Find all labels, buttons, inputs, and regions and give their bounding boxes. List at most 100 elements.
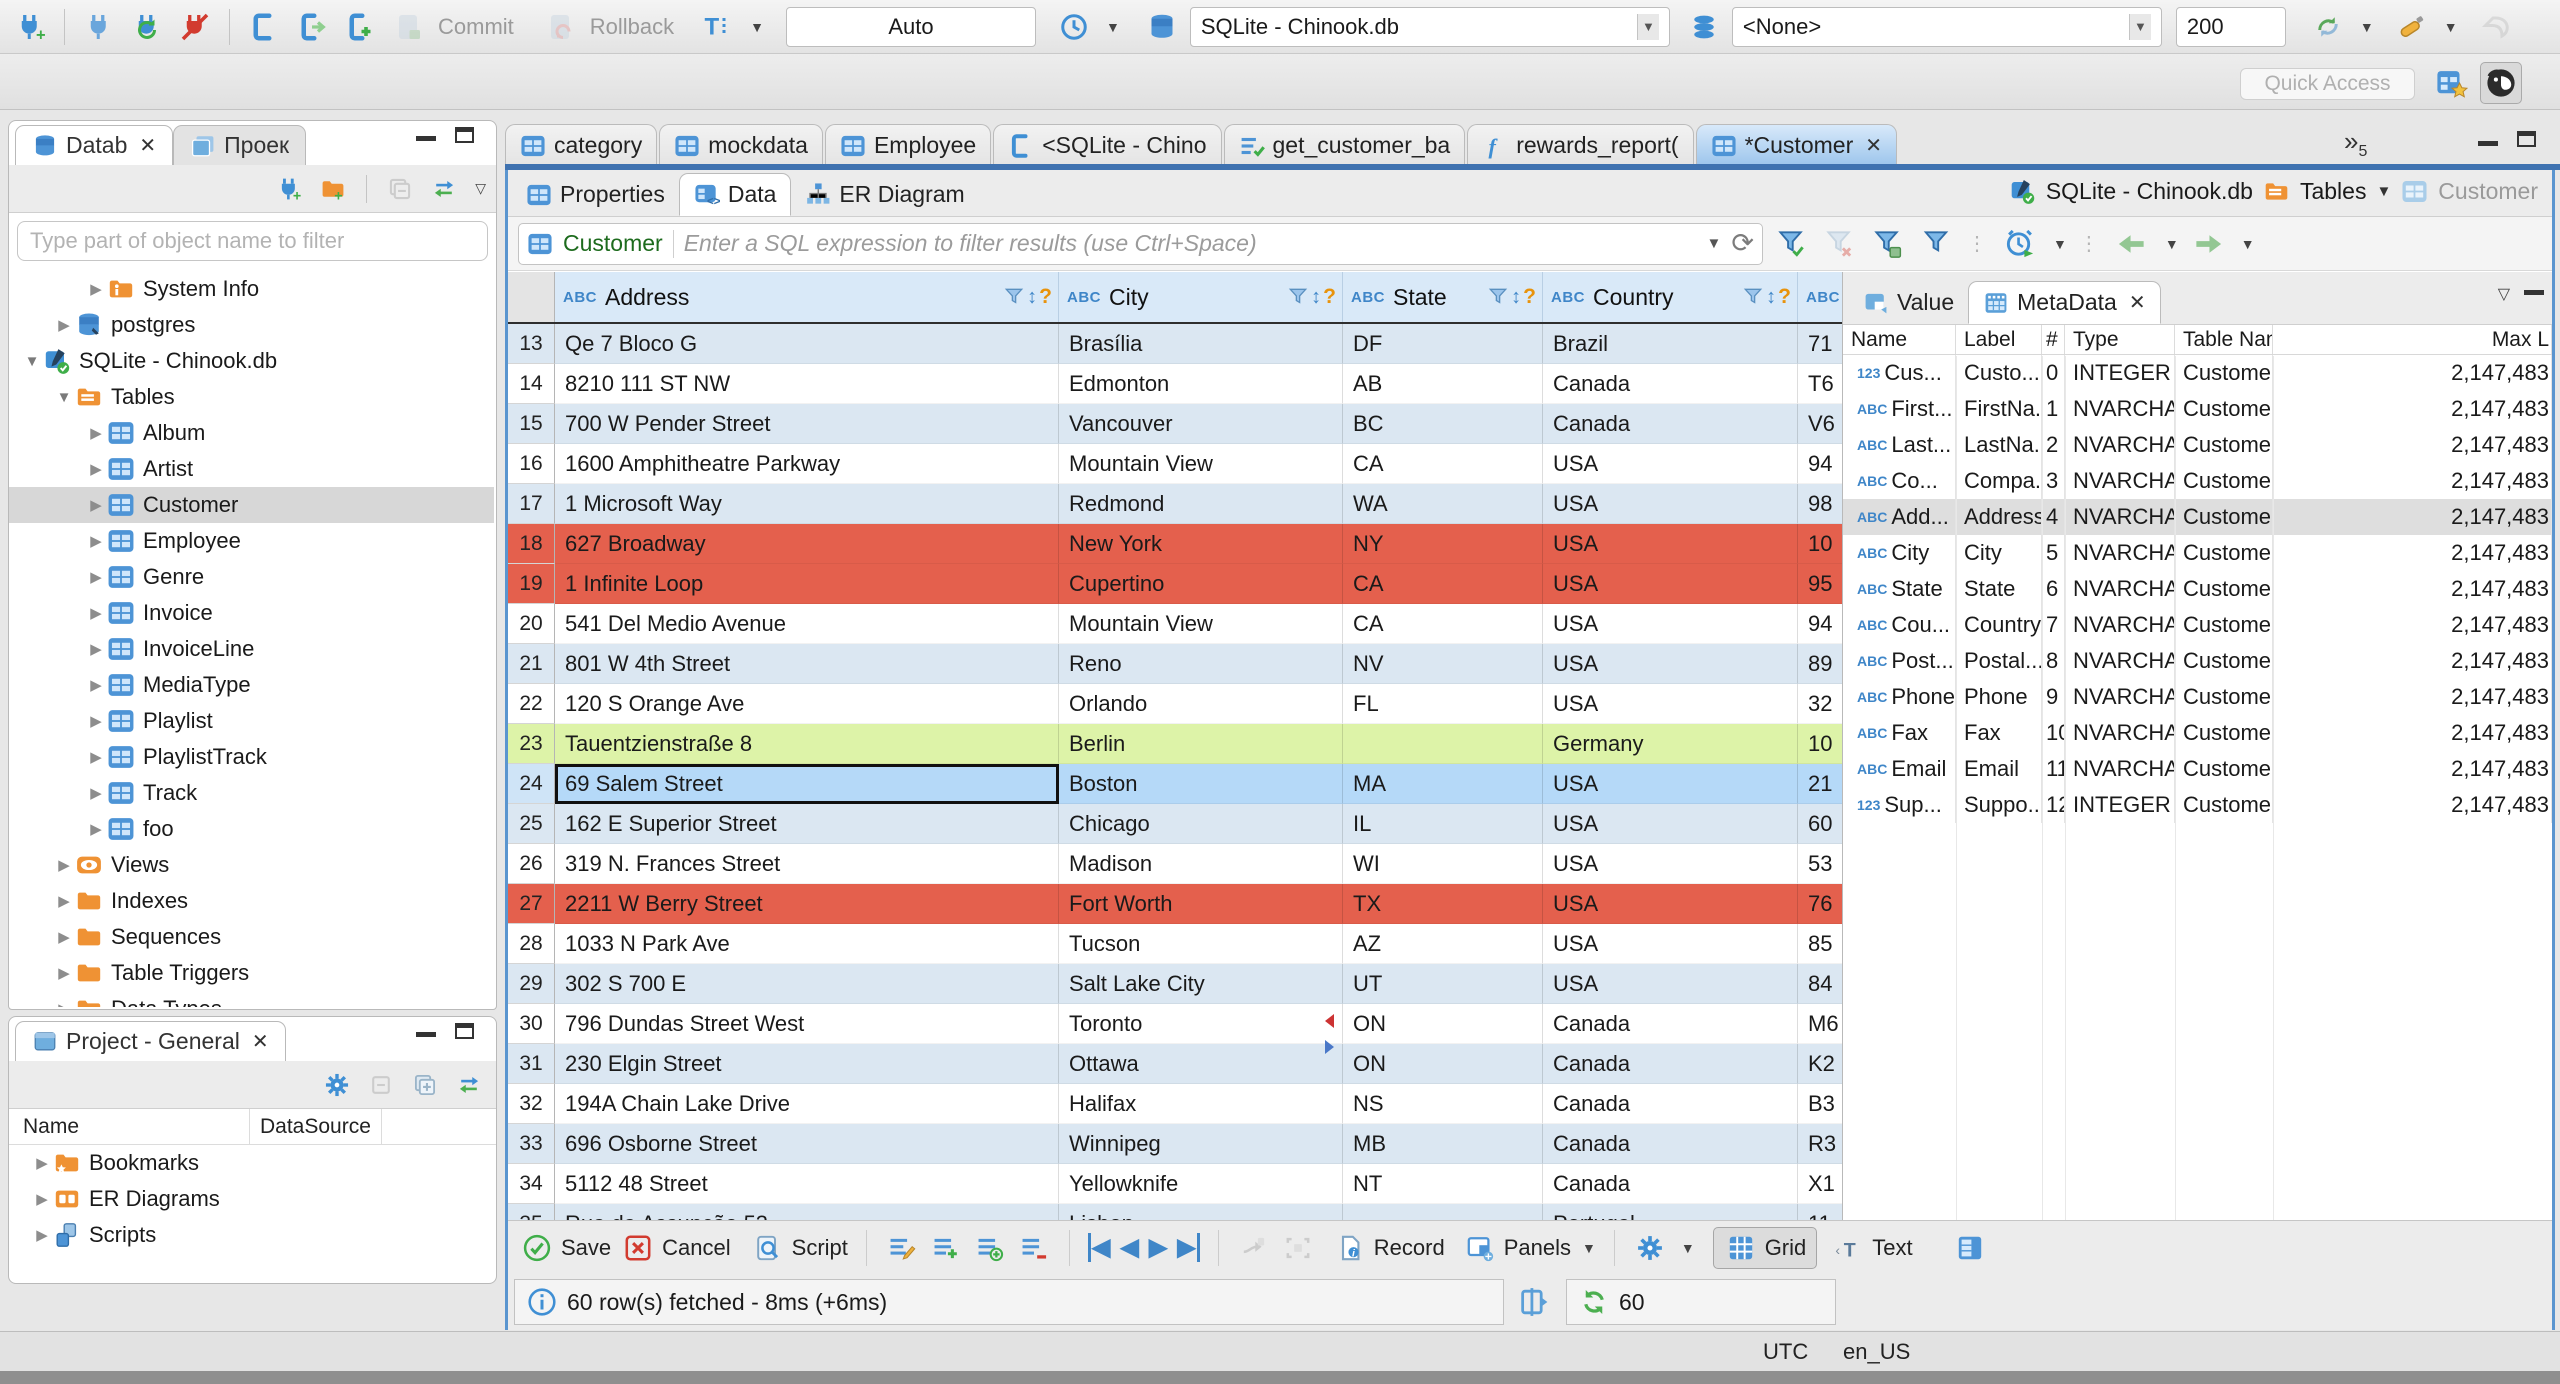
cell-address[interactable]: 194A Chain Lake Drive xyxy=(555,1084,1059,1124)
expand-arrow-icon[interactable]: ▶ xyxy=(31,1154,53,1172)
cell-country[interactable]: USA xyxy=(1543,844,1798,884)
tree-item-genre[interactable]: ▶ Genre xyxy=(9,559,494,595)
row-number[interactable]: 19 xyxy=(508,564,555,604)
view-menu-icon[interactable]: ▽ xyxy=(2498,284,2510,304)
sql-filter-input[interactable]: Customer Enter a SQL expression to filte… xyxy=(518,222,1763,265)
editor-tab--sqlite-chino[interactable]: <SQLite - Chino xyxy=(993,124,1222,166)
sql-editor-icon[interactable] xyxy=(244,7,284,47)
maximize-icon[interactable] xyxy=(455,1023,474,1039)
column-name[interactable]: Name xyxy=(9,1115,249,1139)
collapse-arrow-icon[interactable]: ▼ xyxy=(53,389,75,406)
key-question-icon[interactable]: ? xyxy=(1523,285,1536,309)
row-number[interactable]: 33 xyxy=(508,1124,555,1164)
cell-postal[interactable]: 95 xyxy=(1798,564,1845,604)
expand-arrow-icon[interactable]: ▶ xyxy=(53,964,75,982)
sort-icon[interactable]: ↕ xyxy=(1311,286,1321,309)
row-number[interactable]: 22 xyxy=(508,684,555,724)
format-caret-icon[interactable]: ▼ xyxy=(2444,19,2458,35)
column-table-name[interactable]: Table Name xyxy=(2175,325,2273,354)
open-sql-script-icon[interactable] xyxy=(292,7,332,47)
cell-postal[interactable]: K2 xyxy=(1798,1044,1845,1084)
history-icon[interactable] xyxy=(1054,7,1094,47)
presentation-gear-icon[interactable] xyxy=(1633,1231,1667,1265)
cell-city[interactable]: Redmond xyxy=(1059,484,1343,524)
cell-state[interactable]: TX xyxy=(1343,884,1543,924)
cell-address[interactable]: 1033 N Park Ave xyxy=(555,924,1059,964)
metadata-row-compa-[interactable]: ABCCo... Compa...3NVARCHARCustomer2,147,4… xyxy=(1843,463,2552,499)
result-grid[interactable]: ABC Address ↕? ABC City ↕? ABC State ↕? ABC Countr… xyxy=(508,272,1845,1220)
editor-tab-employee[interactable]: Employee xyxy=(824,124,992,166)
expand-arrow-icon[interactable]: ▶ xyxy=(53,928,75,946)
cell-country[interactable]: USA xyxy=(1543,764,1798,804)
cell-postal[interactable]: 10 xyxy=(1798,524,1845,564)
filter-funnel-icon[interactable] xyxy=(1487,286,1509,308)
tab-project-general[interactable]: Project - General ✕ xyxy=(15,1021,286,1061)
cell-state[interactable] xyxy=(1343,1204,1543,1220)
column-header-state[interactable]: ABC State ↕? xyxy=(1343,272,1543,322)
cell-country[interactable]: USA xyxy=(1543,884,1798,924)
row-number[interactable]: 30 xyxy=(508,1004,555,1044)
expand-arrow-icon[interactable]: ▶ xyxy=(53,1000,75,1007)
row-number[interactable]: 26 xyxy=(508,844,555,884)
tab-projects[interactable]: Проек xyxy=(173,125,307,165)
last-row-icon[interactable]: ▶ xyxy=(1177,1233,1200,1262)
table-row-31[interactable]: 31 230 Elgin Street Ottawa ON Canada K2 xyxy=(508,1044,1845,1084)
row-count-box[interactable]: 60 xyxy=(1566,1279,1836,1325)
cell-address[interactable]: 69 Salem Street xyxy=(555,764,1059,804)
table-row-14[interactable]: 14 8210 111 ST NW Edmonton AB Canada T6 xyxy=(508,364,1845,404)
expand-arrow-icon[interactable]: ▶ xyxy=(85,532,107,550)
tree-item-invoiceline[interactable]: ▶ InvoiceLine xyxy=(9,631,494,667)
table-row-33[interactable]: 33 696 Osborne Street Winnipeg MB Canada R3 xyxy=(508,1124,1845,1164)
tree-item-album[interactable]: ▶ Album xyxy=(9,415,494,451)
minimize-icon[interactable] xyxy=(2524,290,2544,295)
cell-postal[interactable]: 94 xyxy=(1798,444,1845,484)
metadata-row-fax[interactable]: ABCFaxFax10NVARCHARCustomer2,147,483 xyxy=(1843,715,2552,751)
calc-panel-icon[interactable] xyxy=(1518,1285,1552,1319)
cell-country[interactable]: USA xyxy=(1543,684,1798,724)
column-max-length[interactable]: Max L xyxy=(2273,325,2552,354)
row-number[interactable]: 20 xyxy=(508,604,555,644)
cell-postal[interactable]: 85 xyxy=(1798,924,1845,964)
column-name[interactable]: Name xyxy=(1843,325,1956,354)
tab-overflow-indicator[interactable]: »5 xyxy=(2344,126,2367,161)
key-question-icon[interactable]: ? xyxy=(1778,285,1791,309)
table-row-18[interactable]: 18 627 Broadway New York NY USA 10 xyxy=(508,524,1845,564)
cell-country[interactable]: Canada xyxy=(1543,1004,1798,1044)
tree-item-foo[interactable]: ▶ foo xyxy=(9,811,494,847)
active-schema-combo[interactable]: <None> ▼ xyxy=(1731,6,2162,47)
tree-item-sqlite-chinook-db[interactable]: ▼ SQLite - Chinook.db xyxy=(9,343,494,379)
cell-postal[interactable]: 32 xyxy=(1798,684,1845,724)
object-filter-input[interactable]: Type part of object name to filter xyxy=(17,221,488,261)
cell-state[interactable]: NS xyxy=(1343,1084,1543,1124)
table-row-19[interactable]: 19 1 Infinite Loop Cupertino CA USA 95 xyxy=(508,564,1845,604)
expand-arrow-icon[interactable]: ▶ xyxy=(85,712,107,730)
cell-state[interactable] xyxy=(1343,724,1543,764)
sort-icon[interactable]: ↕ xyxy=(1766,286,1776,309)
cell-country[interactable]: USA xyxy=(1543,484,1798,524)
row-number[interactable]: 21 xyxy=(508,644,555,684)
cell-state[interactable]: CA xyxy=(1343,444,1543,484)
cell-address[interactable]: 627 Broadway xyxy=(555,524,1059,564)
new-connection-icon[interactable]: + xyxy=(10,7,50,47)
close-icon[interactable]: ✕ xyxy=(1865,133,1882,158)
expand-arrow-icon[interactable]: ▶ xyxy=(85,784,107,802)
tab-database-navigator[interactable]: Datab ✕ xyxy=(15,125,174,165)
key-question-icon[interactable]: ? xyxy=(1323,285,1336,309)
cell-city[interactable]: Salt Lake City xyxy=(1059,964,1343,1004)
table-row-15[interactable]: 15 700 W Pender Street Vancouver BC Canada V6 xyxy=(508,404,1845,444)
breadcrumb-table[interactable]: Customer xyxy=(2438,178,2538,205)
perspective-dbeaver-icon[interactable] xyxy=(2480,62,2522,104)
collapse-arrow-icon[interactable]: ▼ xyxy=(21,353,43,370)
cell-country[interactable]: Canada xyxy=(1543,1044,1798,1084)
cell-city[interactable]: Reno xyxy=(1059,644,1343,684)
table-row-26[interactable]: 26 319 N. Frances Street Madison WI USA 53 xyxy=(508,844,1845,884)
sync-caret-icon[interactable]: ▼ xyxy=(2360,19,2374,35)
cell-address[interactable]: 230 Elgin Street xyxy=(555,1044,1059,1084)
filter-funnel-icon[interactable] xyxy=(1742,286,1764,308)
tab-data[interactable]: <> Data xyxy=(678,173,792,216)
cell-country[interactable]: USA xyxy=(1543,964,1798,1004)
maximize-icon[interactable] xyxy=(2517,131,2536,147)
cell-state[interactable]: NT xyxy=(1343,1164,1543,1204)
collapse-icon[interactable] xyxy=(364,1068,398,1102)
column-number[interactable]: # xyxy=(2042,325,2065,354)
